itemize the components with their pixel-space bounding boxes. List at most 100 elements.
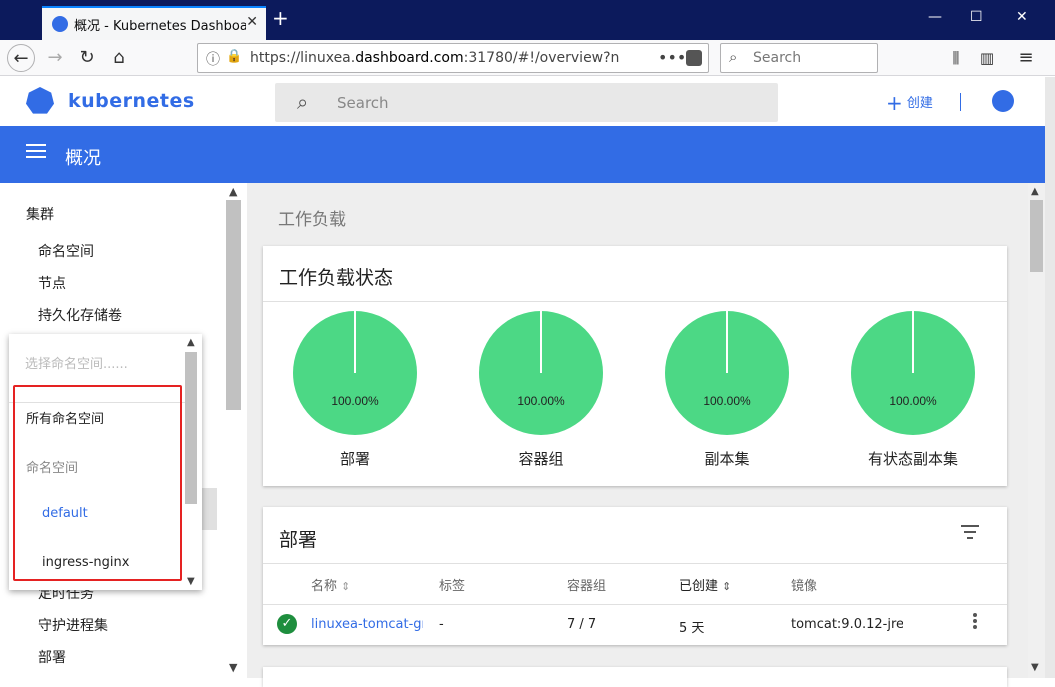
sort-desc-icon[interactable]: ⇕ xyxy=(722,580,731,593)
browser-search-input[interactable]: ⌕ Search xyxy=(720,43,878,73)
browser-search-placeholder: Search xyxy=(753,50,802,66)
sidebar-selected-highlight xyxy=(200,488,217,530)
column-header-labels: 标签 xyxy=(439,579,466,594)
sort-icon[interactable]: ⇕ xyxy=(341,580,350,593)
pie-percent: 100.00% xyxy=(331,394,379,408)
namespace-select-placeholder[interactable]: 选择命名空间...... xyxy=(25,353,128,372)
pie-percent: 100.00% xyxy=(889,394,937,408)
option-default[interactable]: default xyxy=(42,506,88,521)
sidebar-item-daemon-sets[interactable]: 守护进程集 xyxy=(38,615,108,635)
deployment-labels: - xyxy=(439,617,444,632)
create-button[interactable]: + 创建 xyxy=(886,91,933,115)
main-scroll-down-icon[interactable]: ▼ xyxy=(1031,662,1039,673)
page-title: 概况 xyxy=(65,148,101,169)
deployments-card: 部署 名称 ⇕ 标签 容器组 已创建 ⇕ 镜像 ✓ linuxea-tomcat… xyxy=(263,507,1007,645)
column-label: 名称 xyxy=(311,579,338,594)
deployment-name-link[interactable]: linuxea-tomcat-group xyxy=(311,617,423,632)
lock-icon: 🔒 xyxy=(226,49,243,64)
pie-label-pods: 容器组 xyxy=(518,450,564,468)
column-header-name[interactable]: 名称 ⇕ xyxy=(311,575,350,594)
option-group-namespaces: 命名空间 xyxy=(26,461,79,476)
new-tab-icon[interactable]: + xyxy=(272,6,289,30)
pie-chart-pods[interactable]: 100.00% xyxy=(479,311,603,435)
column-header-image: 镜像 xyxy=(791,579,818,594)
card-divider xyxy=(263,563,1007,564)
dashboard-search-input[interactable]: ⌕ Search xyxy=(275,83,778,122)
card-title: 工作负载状态 xyxy=(279,267,394,289)
forward-icon[interactable]: → xyxy=(41,44,69,72)
back-icon[interactable]: ← xyxy=(7,44,35,72)
kubernetes-logo-icon[interactable] xyxy=(26,87,54,114)
next-card xyxy=(263,667,1007,687)
deployment-pods: 7 / 7 xyxy=(567,617,597,632)
dropdown-scroll-up-icon[interactable]: ▲ xyxy=(187,337,195,348)
pie-label-deployments: 部署 xyxy=(339,450,370,468)
option-all-namespaces[interactable]: 所有命名空间 xyxy=(26,408,104,427)
column-header-pods: 容器组 xyxy=(567,579,607,594)
sidebar-item-namespaces[interactable]: 命名空间 xyxy=(38,241,94,261)
tab-title: 概况 - Kubernetes Dashboard xyxy=(74,19,246,34)
library-icon[interactable]: ⫼ xyxy=(942,44,970,72)
row-divider xyxy=(263,604,1007,605)
sidebar-toggle-icon[interactable]: ▥ xyxy=(973,44,1001,72)
url-bar[interactable]: ⓘ 🔒 https://linuxea.dashboard.com:31780/… xyxy=(197,43,709,73)
home-icon[interactable]: ⌂ xyxy=(105,44,133,72)
info-icon[interactable]: ⓘ xyxy=(206,49,220,69)
sidebar-scrollbar[interactable] xyxy=(226,200,241,410)
browser-tab[interactable]: 概况 - Kubernetes Dashboard ✕ xyxy=(42,6,266,40)
main-scroll-up-icon[interactable]: ▲ xyxy=(1031,186,1039,197)
window-close-icon[interactable]: ✕ xyxy=(1016,9,1028,25)
card-title: 部署 xyxy=(279,529,318,551)
deployment-image: tomcat:9.0.12-jre8 xyxy=(791,617,903,632)
menu-icon[interactable]: ≡ xyxy=(1012,44,1040,72)
create-label: 创建 xyxy=(906,96,933,111)
more-actions-icon[interactable] xyxy=(973,613,977,629)
kubernetes-favicon-icon xyxy=(52,16,68,32)
main-scrollbar-thumb[interactable] xyxy=(1030,200,1043,272)
section-title: 工作负载 xyxy=(278,210,346,230)
dropdown-scrollbar[interactable] xyxy=(185,352,197,504)
pie-label-stateful-sets: 有状态副本集 xyxy=(867,450,958,468)
pocket-icon[interactable] xyxy=(686,50,702,66)
pie-label-replica-sets: 副本集 xyxy=(704,450,750,468)
scroll-up-icon[interactable]: ▲ xyxy=(229,185,237,198)
column-header-created[interactable]: 已创建 ⇕ xyxy=(679,575,731,594)
maximize-icon[interactable]: ☐ xyxy=(970,9,983,25)
browser-tab-bar: 概况 - Kubernetes Dashboard ✕ + — ☐ ✕ xyxy=(0,0,1055,40)
search-icon: ⌕ xyxy=(729,48,738,66)
dropdown-scroll-down-icon[interactable]: ▼ xyxy=(187,576,195,587)
dashboard-search-placeholder: Search xyxy=(337,94,389,112)
minimize-icon[interactable]: — xyxy=(928,9,942,25)
account-icon[interactable] xyxy=(992,90,1014,112)
reload-icon[interactable]: ↻ xyxy=(73,44,101,72)
page-actions-icon[interactable]: ••• xyxy=(658,48,686,67)
header-divider xyxy=(960,93,961,111)
plus-icon: + xyxy=(886,91,903,115)
pie-percent: 100.00% xyxy=(703,394,751,408)
sidebar-item-deployments[interactable]: 部署 xyxy=(38,647,66,667)
close-tab-icon[interactable]: ✕ xyxy=(246,14,258,30)
url-text: https://linuxea.dashboard.com:31780/#!/o… xyxy=(250,50,620,66)
namespace-dropdown[interactable]: 选择命名空间...... 所有命名空间 命名空间 default ingress… xyxy=(9,334,202,590)
pie-percent: 100.00% xyxy=(517,394,565,408)
deployment-created: 5 天 xyxy=(679,621,705,636)
search-icon: ⌕ xyxy=(297,90,309,114)
window-edge xyxy=(1045,77,1055,678)
column-label: 已创建 xyxy=(679,579,719,594)
main-content: 工作负载 工作负载状态 100.00% 部署 100.00% 容器组 100.0… xyxy=(247,183,1028,687)
sidebar-heading-cluster[interactable]: 集群 xyxy=(26,204,54,224)
scroll-down-icon[interactable]: ▼ xyxy=(229,661,237,674)
hamburger-menu-icon[interactable] xyxy=(26,144,46,162)
title-bar: 概况 xyxy=(0,126,1045,183)
sidebar-item-nodes[interactable]: 节点 xyxy=(38,273,66,293)
brand-name[interactable]: kubernetes xyxy=(68,90,195,112)
option-ingress-nginx[interactable]: ingress-nginx xyxy=(42,555,129,570)
workload-status-card: 工作负载状态 100.00% 部署 100.00% 容器组 100.00% 副本… xyxy=(263,246,1007,486)
pie-chart-deployments[interactable]: 100.00% xyxy=(293,311,417,435)
sidebar-item-persistent-volumes[interactable]: 持久化存储卷 xyxy=(38,305,122,325)
card-divider xyxy=(263,301,1007,302)
dashboard-header: kubernetes ⌕ Search + 创建 xyxy=(0,77,1045,126)
pie-chart-stateful-sets[interactable]: 100.00% xyxy=(851,311,975,435)
filter-icon[interactable] xyxy=(961,525,979,539)
pie-chart-replica-sets[interactable]: 100.00% xyxy=(665,311,789,435)
